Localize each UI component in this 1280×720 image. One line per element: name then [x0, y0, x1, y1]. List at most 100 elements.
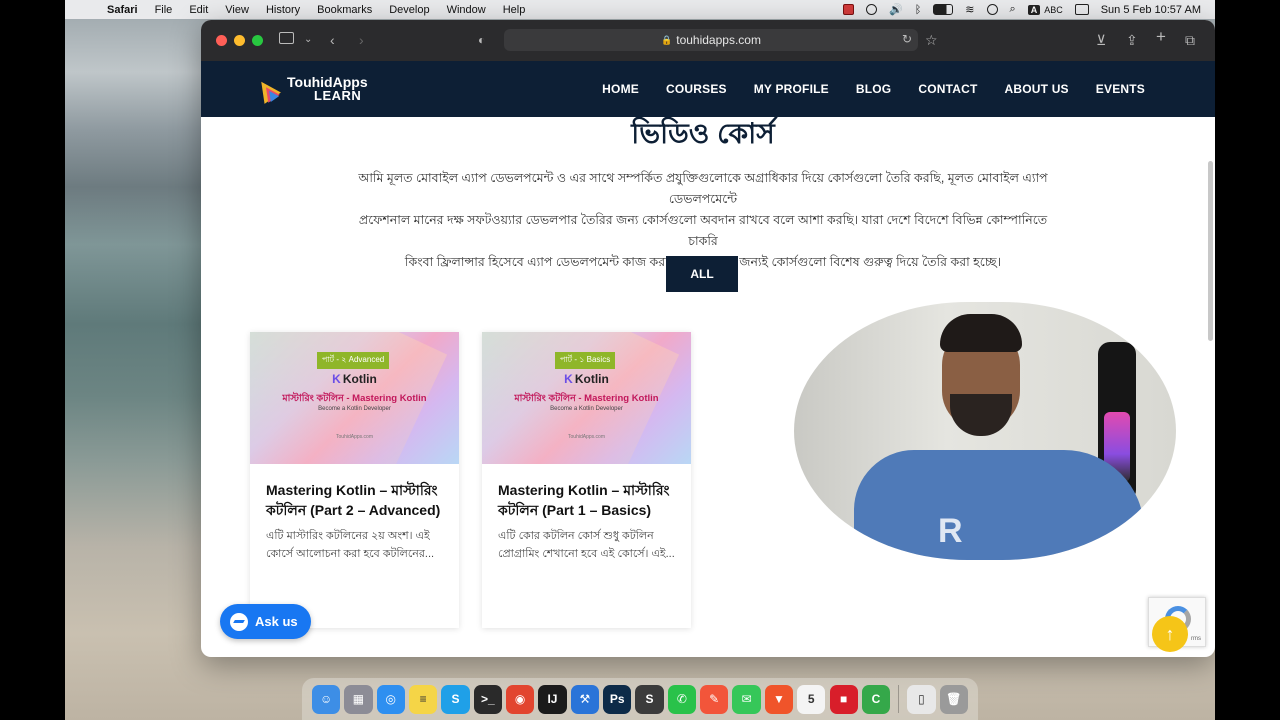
thumbnail-title: মাস্টারিং কটলিন - Mastering Kotlin	[282, 393, 427, 404]
launchpad-icon[interactable]: ▦	[344, 684, 373, 714]
menu-develop[interactable]: Develop	[389, 4, 429, 16]
battery-icon[interactable]	[933, 4, 954, 15]
menu-edit[interactable]: Edit	[189, 4, 208, 16]
course-title[interactable]: Mastering Kotlin – মাস্টারিং কটলিন (Part…	[498, 480, 678, 520]
menubar-clock[interactable]: Sun 5 Feb 10:57 AM	[1101, 4, 1201, 16]
filter-all-button[interactable]: ALL	[666, 256, 738, 292]
messages-icon[interactable]: ✉	[732, 684, 761, 714]
terminal-icon[interactable]: >_	[473, 684, 502, 714]
menu-window[interactable]: Window	[447, 4, 486, 16]
shield-status-icon[interactable]	[865, 4, 877, 15]
course-excerpt: এটি কোর কটলিন কোর্স শুধু কটলিন প্রোগ্রাম…	[498, 530, 675, 560]
presenter-body	[854, 450, 1144, 560]
share-icon[interactable]: ⇪	[1126, 32, 1138, 48]
scroll-to-top-button[interactable]: ↑	[1152, 616, 1188, 652]
camtasia-icon[interactable]: C	[861, 684, 890, 714]
close-window-button[interactable]	[216, 35, 227, 46]
menu-history[interactable]: History	[266, 4, 300, 16]
record-status-icon[interactable]	[842, 4, 854, 15]
nav-events[interactable]: EVENTS	[1096, 82, 1145, 96]
site-header: TouhidApps LEARN HOME COURSES MY PROFILE…	[201, 61, 1215, 117]
bookmark-star-icon[interactable]: ☆	[925, 32, 938, 48]
thumbnail-subtitle: Become a Kotlin Developer	[550, 406, 623, 412]
nav-home[interactable]: HOME	[602, 82, 639, 96]
trash-icon[interactable]: 🗑	[939, 684, 968, 714]
user-status-icon[interactable]	[986, 4, 998, 15]
thumbnail-footer: TouhidApps.com	[568, 434, 605, 440]
menu-view[interactable]: View	[225, 4, 249, 16]
new-tab-icon[interactable]: +	[1156, 28, 1166, 45]
chrome-icon[interactable]: ◉	[506, 684, 535, 714]
course-title[interactable]: Mastering Kotlin – মাস্টারিং কটলিন (Part…	[266, 480, 446, 520]
calendar-icon[interactable]: 5	[797, 684, 826, 714]
menu-bookmarks[interactable]: Bookmarks	[317, 4, 372, 16]
ask-us-label: Ask us	[255, 614, 298, 629]
document-icon[interactable]: ▯	[907, 684, 936, 714]
menu-help[interactable]: Help	[503, 4, 526, 16]
description-line: আমি মূলত মোবাইল এ্যাপ ডেভলপমেন্ট ও এর সা…	[358, 171, 1048, 206]
thumbnail-subtitle: Become a Kotlin Developer	[318, 406, 391, 412]
course-card[interactable]: পার্ট - ২ Advanced K Kotlin মাস্টারিং কটল…	[250, 332, 459, 628]
page-scrollbar[interactable]	[1208, 161, 1213, 341]
screen-record-icon[interactable]: ■	[829, 684, 858, 714]
arrow-up-icon: ↑	[1165, 623, 1175, 644]
intellij-icon[interactable]: IJ	[538, 684, 567, 714]
notes-icon[interactable]: ≡	[409, 684, 438, 714]
volume-icon[interactable]: 🔊	[889, 3, 903, 16]
brave-icon[interactable]: ▼	[764, 684, 793, 714]
nav-courses[interactable]: COURSES	[666, 82, 727, 96]
photoshop-icon[interactable]: Ps	[603, 684, 632, 714]
presenter-beard	[950, 394, 1012, 436]
letterbox-left	[0, 0, 65, 720]
whatsapp-icon[interactable]: ✆	[667, 684, 696, 714]
nav-my-profile[interactable]: MY PROFILE	[754, 82, 829, 96]
course-part-tag: পার্ট - ১ Basics	[555, 352, 616, 369]
minimize-window-button[interactable]	[234, 35, 245, 46]
nav-about-us[interactable]: ABOUT US	[1005, 82, 1069, 96]
nav-blog[interactable]: BLOG	[856, 82, 891, 96]
control-center-icon[interactable]	[1074, 4, 1089, 15]
course-part-tag: পার্ট - ২ Advanced	[317, 352, 390, 369]
sidebar-toggle-icon[interactable]	[279, 32, 294, 44]
course-thumbnail[interactable]: পার্ট - ১ Basics K Kotlin মাস্টারিং কটলিন…	[482, 332, 691, 464]
dock: ☺ ▦ ◎ ≡ S >_ ◉ IJ ⚒ Ps S ✆ ✎ ✉ ▼ 5 ■ C ▯ 🗑	[302, 678, 978, 720]
course-thumbnail[interactable]: পার্ট - ২ Advanced K Kotlin মাস্টারিং কটল…	[250, 332, 459, 464]
back-arrow-icon[interactable]: ‹	[330, 32, 335, 48]
ask-us-button[interactable]: Ask us	[220, 604, 311, 639]
safari-window: ⌄ ‹ › ◐ 🔒 touhidapps.com ↻ ☆ ⊻ ⇪ + ⧉ Tou…	[201, 20, 1215, 657]
dock-separator	[898, 685, 900, 713]
spotlight-search-icon[interactable]: ⌕	[1010, 3, 1016, 16]
description-line: প্রফেশনাল মানের দক্ষ সফটওয়্যার ডেভলপার …	[358, 213, 1048, 248]
finder-icon[interactable]: ☺	[312, 684, 341, 714]
course-card[interactable]: পার্ট - ১ Basics K Kotlin মাস্টারিং কটলিন…	[482, 332, 691, 628]
letterbox-right	[1215, 0, 1280, 720]
messenger-icon	[230, 612, 248, 631]
site-logo[interactable]: TouhidApps LEARN	[253, 75, 368, 104]
kotlin-logo: K Kotlin	[564, 372, 609, 386]
skype-icon[interactable]: S	[441, 684, 470, 714]
tab-overview-icon[interactable]: ⧉	[1185, 32, 1195, 48]
tab-group-chevron-icon[interactable]: ⌄	[304, 32, 312, 48]
bluetooth-icon[interactable]: ᛒ	[915, 4, 922, 16]
menu-file[interactable]: File	[155, 4, 173, 16]
xcode-icon[interactable]: ⚒	[570, 684, 599, 714]
app-menu[interactable]: Safari	[107, 4, 138, 16]
status-area: 🔊 ᛒ ≋ ⌕ A ABC Sun 5 Feb 10:57 AM	[842, 3, 1201, 16]
thumbnail-title: মাস্টারিং কটলিন - Mastering Kotlin	[514, 393, 659, 404]
menu-bar: Safari File Edit View History Bookmarks …	[65, 0, 1215, 19]
recaptcha-text: rms	[1191, 636, 1201, 642]
sublime-icon[interactable]: S	[635, 684, 664, 714]
privacy-shield-icon[interactable]: ◐	[478, 32, 485, 48]
input-source-label[interactable]: ABC	[1044, 5, 1063, 15]
downloads-icon[interactable]: ⊻	[1096, 32, 1106, 48]
main-nav: HOME COURSES MY PROFILE BLOG CONTACT ABO…	[602, 61, 1145, 117]
safari-icon[interactable]: ◎	[376, 684, 405, 714]
pen-app-icon[interactable]: ✎	[700, 684, 729, 714]
reload-icon[interactable]: ↻	[902, 32, 912, 46]
address-bar[interactable]: 🔒 touhidapps.com ↻	[504, 29, 918, 51]
nav-contact[interactable]: CONTACT	[918, 82, 977, 96]
wifi-icon[interactable]: ≋	[965, 3, 974, 16]
forward-arrow-icon[interactable]: ›	[359, 32, 364, 48]
zoom-window-button[interactable]	[252, 35, 263, 46]
input-source-icon[interactable]: A	[1027, 4, 1041, 15]
